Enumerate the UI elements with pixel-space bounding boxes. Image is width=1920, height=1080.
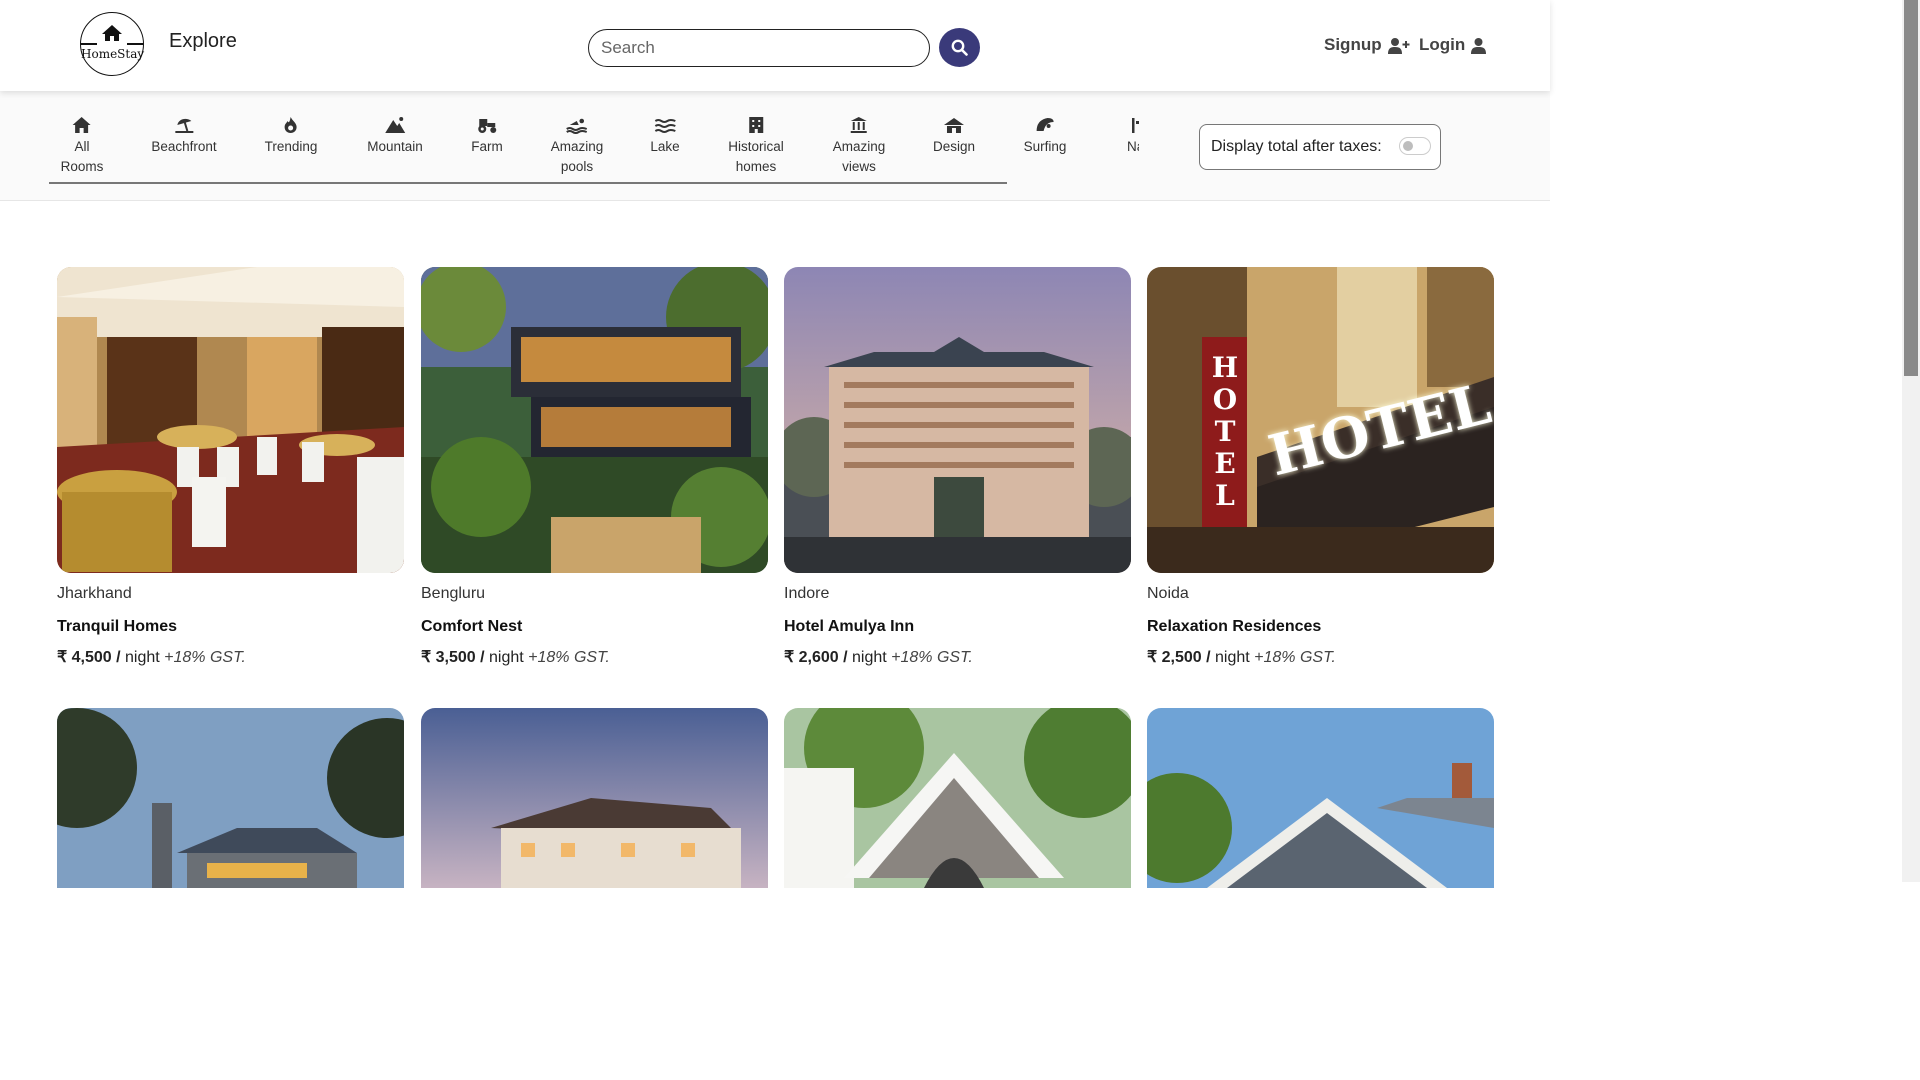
price-amount: ₹ 4,500 / xyxy=(57,649,121,666)
price-per: night xyxy=(120,649,160,666)
swimmer-icon xyxy=(566,118,588,134)
scrollbar-thumb[interactable] xyxy=(1904,0,1918,376)
house-icon xyxy=(72,117,91,133)
filter-scroll-track[interactable]: All Rooms Beachfront Trending Mountain F… xyxy=(49,91,1007,184)
filter-label-2: Rooms xyxy=(60,159,104,174)
listing-location: Jharkhand xyxy=(57,585,132,602)
listing-title[interactable]: Comfort Nest xyxy=(421,618,522,636)
tractor-icon xyxy=(478,119,496,133)
house-logo-icon xyxy=(102,25,122,41)
filter-label-2: pa xyxy=(1127,157,1139,177)
toggle-knob xyxy=(1403,141,1413,151)
listing-image[interactable] xyxy=(784,708,1131,888)
login-link[interactable]: Login xyxy=(1419,35,1487,55)
filter-label: Amazing xyxy=(832,139,886,154)
mountain-icon xyxy=(384,117,405,133)
listing-location: Noida xyxy=(1147,585,1189,602)
filter-label: Historical xyxy=(728,139,784,154)
price-per: night xyxy=(1210,649,1250,666)
price-tax: +18% GST. xyxy=(159,649,246,666)
search-button[interactable] xyxy=(939,28,980,67)
filter-label: Amazing xyxy=(550,139,604,154)
filter-label-2: homes xyxy=(735,159,777,174)
filter-surfing[interactable]: Surfing xyxy=(1023,116,1067,157)
filter-historical-homes[interactable]: Historical homes xyxy=(728,116,784,177)
filter-label: Design xyxy=(932,139,976,154)
login-label: Login xyxy=(1419,35,1466,54)
surfing-icon xyxy=(1037,118,1054,131)
filter-label: Trending xyxy=(264,139,318,154)
landmark-icon xyxy=(851,117,867,133)
explore-link[interactable]: Explore xyxy=(169,30,237,53)
design-icon xyxy=(944,118,964,133)
filter-label: Beachfront xyxy=(151,139,217,154)
filter-overflow-clip: Nat pa xyxy=(1112,91,1139,191)
listing-image[interactable] xyxy=(421,267,768,573)
search-input[interactable] xyxy=(588,29,930,67)
navbar: HomeStay Explore Signup Login xyxy=(0,0,1550,91)
filter-label-2: pools xyxy=(560,159,594,174)
price-tax: +18% GST. xyxy=(886,649,973,666)
price-per: night xyxy=(847,649,887,666)
filter-label: Farm xyxy=(471,139,503,154)
tax-toggle-label: Display total after taxes: xyxy=(1211,138,1382,155)
filter-all-rooms[interactable]: All Rooms xyxy=(60,116,104,177)
listing-image[interactable] xyxy=(421,708,768,888)
filter-amazing-pools[interactable]: Amazing pools xyxy=(550,116,604,177)
listing-title[interactable]: Relaxation Residences xyxy=(1147,618,1321,636)
filter-label: Lake xyxy=(650,139,680,154)
fire-icon xyxy=(285,117,297,133)
logo-wordmark: HomeStay xyxy=(81,47,145,61)
logo-line-left xyxy=(81,43,97,45)
price-tax: +18% GST. xyxy=(523,649,610,666)
filter-label: Mountain xyxy=(367,139,423,154)
water-icon xyxy=(654,119,676,133)
price-tax: +18% GST. xyxy=(1249,649,1336,666)
price-amount: ₹ 3,500 / xyxy=(421,649,485,666)
filter-design[interactable]: Design xyxy=(933,116,975,157)
filter-label-2: views xyxy=(842,159,876,174)
listing-image[interactable] xyxy=(57,267,404,573)
listing-image[interactable] xyxy=(784,267,1131,573)
umbrella-beach-icon xyxy=(174,118,193,133)
filter-label: Nat xyxy=(1127,139,1139,154)
filter-amazing-views[interactable]: Amazing views xyxy=(832,116,886,177)
user-icon xyxy=(1471,37,1487,54)
filter-beachfront[interactable]: Beachfront xyxy=(151,116,217,157)
search-icon xyxy=(951,39,968,56)
price-amount: ₹ 2,600 / xyxy=(784,649,848,666)
listing-image[interactable]: HOTEL HOTEL xyxy=(1147,267,1494,573)
listing-price: ₹ 2,500 / night +18% GST. xyxy=(1147,647,1336,667)
listing-title[interactable]: Tranquil Homes xyxy=(57,618,177,636)
listing-title[interactable]: Hotel Amulya Inn xyxy=(784,618,914,636)
filter-national-parks[interactable]: Nat pa xyxy=(1127,116,1139,177)
filter-label: All xyxy=(74,139,90,154)
logo-line-right xyxy=(127,43,143,45)
price-amount: ₹ 2,500 / xyxy=(1147,649,1211,666)
homestay-logo[interactable]: HomeStay xyxy=(80,12,144,76)
signup-link[interactable]: Signup xyxy=(1324,35,1410,55)
user-plus-icon xyxy=(1387,37,1410,54)
filter-mountain[interactable]: Mountain xyxy=(367,116,423,157)
price-per: night xyxy=(484,649,524,666)
campground-icon xyxy=(1132,118,1139,133)
hotel-vertical-sign-graphic: HOTEL xyxy=(1211,351,1239,512)
filter-trending[interactable]: Trending xyxy=(264,116,318,157)
listing-location: Indore xyxy=(784,585,830,602)
filter-farm[interactable]: Farm xyxy=(471,116,503,157)
tax-toggle-switch[interactable] xyxy=(1399,137,1431,155)
filter-label: Surfing xyxy=(1023,139,1067,154)
listing-price: ₹ 2,600 / night +18% GST. xyxy=(784,647,973,667)
listing-location: Bengluru xyxy=(421,585,486,602)
category-filter-bar: All Rooms Beachfront Trending Mountain F… xyxy=(0,91,1550,201)
listing-image[interactable] xyxy=(57,708,404,888)
signup-label: Signup xyxy=(1324,35,1382,54)
listing-image[interactable] xyxy=(1147,708,1494,888)
page-scrollbar[interactable] xyxy=(1902,0,1920,882)
listing-price: ₹ 3,500 / night +18% GST. xyxy=(421,647,610,667)
building-icon xyxy=(748,117,763,133)
listing-price: ₹ 4,500 / night +18% GST. xyxy=(57,647,246,667)
filter-lake[interactable]: Lake xyxy=(650,116,680,157)
